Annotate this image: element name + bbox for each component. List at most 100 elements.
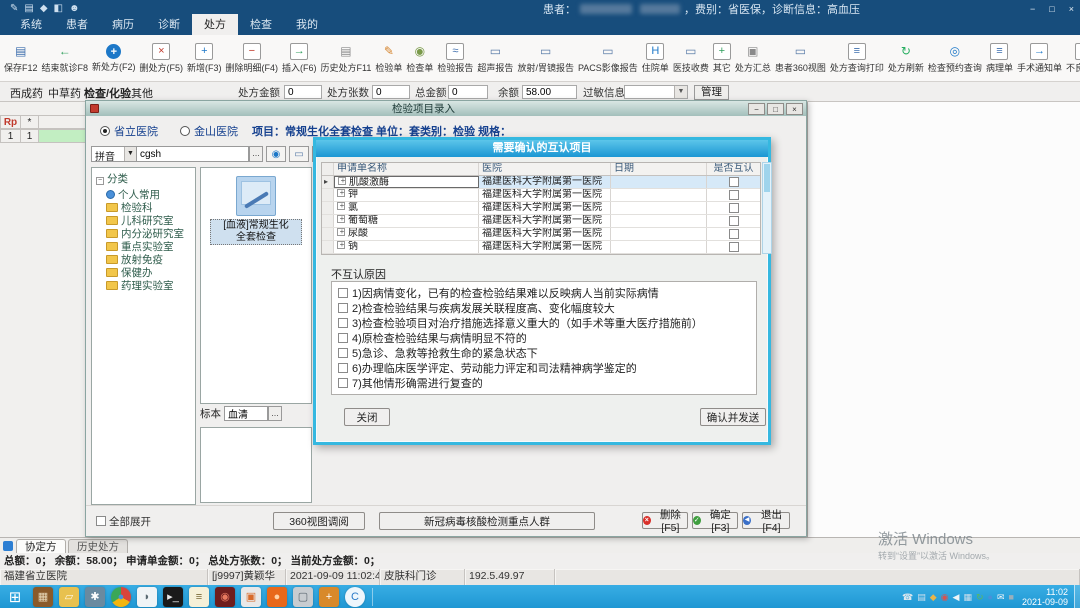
mutual-checkbox[interactable] xyxy=(729,190,739,200)
tray-monitor-icon[interactable]: ▤ xyxy=(917,592,926,602)
tray-alert-icon[interactable]: ◉ xyxy=(941,592,949,602)
col-date[interactable]: 日期 xyxy=(611,163,707,175)
氯[interactable]: 氯 福建医科大学附属第一医院 xyxy=(322,202,760,215)
mutual-checkbox[interactable] xyxy=(729,229,739,239)
tray-phone-icon[interactable]: ☎ xyxy=(902,592,913,602)
table-scrollbar[interactable] xyxy=(762,162,772,254)
exit-button[interactable]: ◀退出[F4] xyxy=(742,512,790,529)
tray-safe-icon[interactable]: ■ xyxy=(1009,592,1014,602)
search-input[interactable] xyxy=(137,146,249,162)
tray-mail-icon[interactable]: ✉ xyxy=(997,592,1005,602)
request-name-cell[interactable]: 钾 xyxy=(334,189,479,201)
row-selector[interactable] xyxy=(322,176,334,188)
save-button[interactable]: ▤ 保存F12 xyxy=(2,36,40,80)
tab-protocol-prescription[interactable]: 协定方 xyxy=(16,539,66,554)
pathology-form-button[interactable]: ≡ 病理单 xyxy=(984,36,1015,80)
taskbar-clock[interactable]: 11:02 2021-09-09 xyxy=(1022,587,1068,607)
hospital-cell[interactable]: 福建医科大学附属第一医院 xyxy=(479,202,611,214)
balance-field[interactable] xyxy=(522,85,577,99)
show-desktop-button[interactable] xyxy=(1074,585,1080,608)
patient-360-button[interactable]: ▭ 患者360视图 xyxy=(773,36,828,80)
radio-jinshan-hospital[interactable] xyxy=(180,126,190,136)
reason-checkbox[interactable] xyxy=(338,348,348,358)
prescription-print-button[interactable]: ≡ 处方查询打印 xyxy=(828,36,886,80)
collapse-icon[interactable]: − xyxy=(96,177,104,185)
hospital-cell[interactable]: 福建医科大学附属第一医院 xyxy=(479,228,611,240)
tree-item-pharmacology[interactable]: 药理实验室 xyxy=(96,279,195,292)
hospital-cell[interactable]: 福建医科大学附属第一医院 xyxy=(479,241,611,253)
taskbar-folder-icon[interactable]: ▱ xyxy=(59,587,79,607)
ellipsis-button[interactable]: … xyxy=(249,146,263,162)
肌酸激酶[interactable]: 肌酸激酶 福建医科大学附属第一医院 xyxy=(322,176,760,189)
checkbox-icon[interactable] xyxy=(96,516,106,526)
grid-cell-seq[interactable]: 1 xyxy=(21,129,39,143)
taskbar-his-tool-icon[interactable]: ▦ xyxy=(33,587,53,607)
chevron-down-icon[interactable]: ▼ xyxy=(124,147,136,161)
delete-prescription-button[interactable]: × 删处方(F5) xyxy=(138,36,186,80)
patient-view-button[interactable]: ◉ xyxy=(266,146,286,162)
date-cell[interactable] xyxy=(611,176,707,188)
tab-other[interactable]: 其他 xyxy=(131,85,153,101)
insert-button[interactable]: → 插入(F6) xyxy=(280,36,319,80)
other-button[interactable]: + 其它 xyxy=(711,36,733,80)
expand-icon[interactable] xyxy=(338,177,346,185)
reason-checkbox[interactable] xyxy=(338,303,348,313)
date-cell[interactable] xyxy=(611,189,707,201)
menu-item-exam[interactable]: 检查 xyxy=(238,14,284,35)
date-cell[interactable] xyxy=(611,202,707,214)
mr-close-button[interactable]: 关闭 xyxy=(344,408,390,426)
pacs-report-button[interactable]: ▭ PACS影像报告 xyxy=(576,36,640,80)
view-360-button[interactable]: 360视图调阅 xyxy=(273,512,365,530)
medtech-charge-button[interactable]: ▭ 医技收费 xyxy=(671,36,711,80)
chevron-down-icon[interactable]: ▼ xyxy=(674,86,687,98)
taskbar-app-tiles-icon[interactable]: ▣ xyxy=(241,587,261,607)
new-prescription-button[interactable]: + 新处方(F2) xyxy=(90,36,138,80)
minimize-icon[interactable]: − xyxy=(1030,4,1035,14)
request-name-cell[interactable]: 尿酸 xyxy=(334,228,479,240)
dialog-minimize-icon[interactable]: − xyxy=(748,103,765,115)
manage-button[interactable]: 管理 xyxy=(694,85,729,100)
tab-history-prescription[interactable]: 历史处方 xyxy=(68,539,128,554)
col-mutual[interactable]: 是否互认 xyxy=(707,163,760,175)
delete-detail-button[interactable]: − 删除明细(F4) xyxy=(224,36,281,80)
taskbar-chat-icon[interactable]: ◗ xyxy=(137,587,157,607)
tray-shield-icon[interactable]: ◆ xyxy=(930,592,937,602)
mutual-checkbox[interactable] xyxy=(729,203,739,213)
grid-cell-item[interactable] xyxy=(39,129,86,143)
lab-report-button[interactable]: ≈ 检验报告 xyxy=(435,36,475,80)
row-selector[interactable] xyxy=(322,202,334,214)
inpatient-form-button[interactable]: H 住院单 xyxy=(640,36,671,80)
request-name-cell[interactable]: 肌酸激酶 xyxy=(334,176,479,188)
taskbar-app-gray-icon[interactable]: ▢ xyxy=(293,587,313,607)
tab-exam-lab[interactable]: 检查/化验 xyxy=(84,85,131,101)
钠[interactable]: 钠 福建医科大学附属第一医院 xyxy=(322,241,760,254)
尿酸[interactable]: 尿酸 福建医科大学附属第一医院 xyxy=(322,228,760,241)
window-view-button[interactable]: ▭ xyxy=(289,146,309,162)
row-selector[interactable] xyxy=(322,228,334,240)
ultrasound-report-button[interactable]: ▭ 超声报告 xyxy=(475,36,515,80)
amount-field[interactable] xyxy=(284,85,322,99)
date-cell[interactable] xyxy=(611,241,707,253)
tray-vpn-icon[interactable]: ● xyxy=(988,592,993,602)
expand-icon[interactable] xyxy=(337,202,345,210)
grid-data-row[interactable]: 1 1 xyxy=(0,129,86,143)
钾[interactable]: 钾 福建医科大学附属第一医院 xyxy=(322,189,760,202)
dialog-close-icon[interactable]: × xyxy=(786,103,803,115)
surgery-notice-button[interactable]: → 手术通知单 xyxy=(1015,36,1064,80)
expand-all-checkbox[interactable]: 全部展开 xyxy=(96,514,151,529)
date-cell[interactable] xyxy=(611,228,707,240)
lab-item-icon[interactable] xyxy=(236,176,276,216)
expand-icon[interactable] xyxy=(337,241,345,249)
reason-checkbox[interactable] xyxy=(338,288,348,298)
request-name-cell[interactable]: 钠 xyxy=(334,241,479,253)
col-request-name[interactable]: 申请单名称 xyxy=(334,163,479,175)
taskbar-app-red-icon[interactable]: ◉ xyxy=(215,587,235,607)
taskbar-app-orange-icon[interactable]: ● xyxy=(267,587,287,607)
exam-appointment-button[interactable]: ◎ 检查预约查询 xyxy=(926,36,984,80)
allergy-select[interactable]: ▼ xyxy=(624,85,688,99)
taskbar-chrome-icon[interactable]: ● xyxy=(111,587,131,607)
dialog-maximize-icon[interactable]: □ xyxy=(767,103,784,115)
lab-request-button[interactable]: ✎ 检验单 xyxy=(373,36,404,80)
total-field[interactable] xyxy=(448,85,488,99)
delete-button[interactable]: ×删除[F5] xyxy=(642,512,688,529)
